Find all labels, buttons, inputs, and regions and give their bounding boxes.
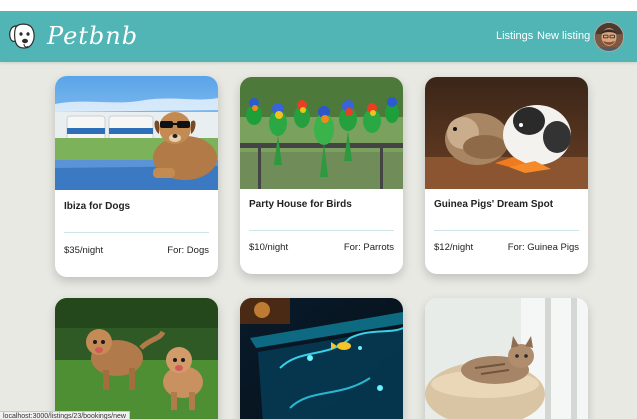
listing-card[interactable]: Party House for Birds $10/night For: Par… [240,77,403,274]
listing-card[interactable] [240,298,403,419]
listing-photo-dogs-running [55,298,218,419]
divider [249,230,394,231]
listing-card[interactable] [425,298,588,419]
dog-logo-icon[interactable] [7,20,39,52]
app-page: Petbnb Listings New listing Ibiza for Do… [0,11,637,419]
listing-title: Guinea Pigs' Dream Spot [434,199,554,210]
listing-card[interactable]: Guinea Pigs' Dream Spot $12/night For: G… [425,77,588,274]
browser-viewport: Petbnb Listings New listing Ibiza for Do… [0,0,637,419]
listing-photo-parrots [240,77,403,189]
listing-pet-type: For: Dogs [167,245,209,256]
listing-photo-aquarium [240,298,403,419]
listing-card[interactable]: Ibiza for Dogs $35/night For: Dogs [55,76,218,277]
divider [434,230,579,231]
nav-link-new-listing[interactable]: New listing [537,30,590,42]
divider [64,232,209,233]
avatar[interactable] [594,22,624,52]
listing-price: $10/night [249,242,289,253]
listing-photo-cat-basket [425,298,588,419]
navbar: Petbnb Listings New listing [0,11,637,62]
listing-price: $12/night [434,242,474,253]
nav-link-listings[interactable]: Listings [496,30,533,42]
listing-photo-guinea-pigs [425,77,588,189]
listing-pet-type: For: Parrots [343,242,394,253]
listing-title: Ibiza for Dogs [64,201,131,212]
browser-status-url: localhost:3000/listings/23/bookings/new [0,411,130,419]
listing-card[interactable] [55,298,218,419]
brand-wordmark[interactable]: Petbnb [47,22,138,50]
listing-price: $35/night [64,245,104,256]
listing-title: Party House for Birds [249,199,352,210]
listing-pet-type: For: Guinea Pigs [507,242,579,253]
listing-photo-dog-boat [55,76,218,190]
